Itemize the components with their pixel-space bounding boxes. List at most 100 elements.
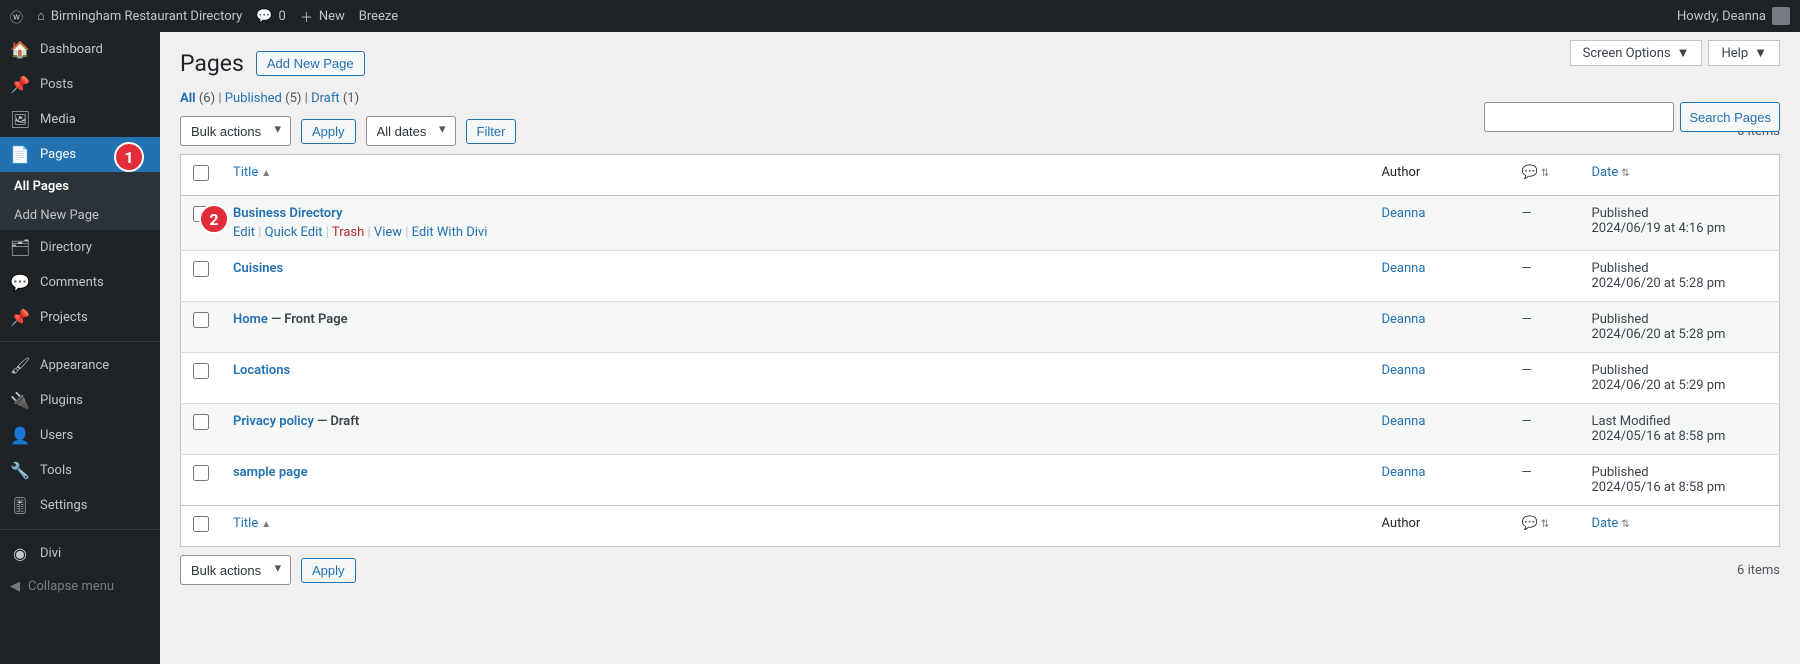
home-icon: ⌂ xyxy=(37,8,45,24)
search-button[interactable]: Search Pages xyxy=(1680,102,1780,132)
howdy-label: Howdy, Deanna xyxy=(1677,9,1766,24)
edit-with-divi-link[interactable]: Edit With Divi xyxy=(412,225,488,240)
chevron-down-icon: ▼ xyxy=(1754,45,1767,61)
sort-icon: ▲ xyxy=(261,168,271,179)
date-cell: Published2024/06/20 at 5:28 pm xyxy=(1580,302,1780,353)
sort-title[interactable]: Title▲ xyxy=(233,165,271,180)
row-checkbox[interactable] xyxy=(193,261,209,277)
menu-projects[interactable]: 📌Projects xyxy=(0,300,160,335)
date-cell: Published2024/05/16 at 8:58 pm xyxy=(1580,455,1780,506)
new-label: New xyxy=(319,9,345,24)
add-new-page-button[interactable]: Add New Page xyxy=(256,51,365,76)
submenu-all-pages[interactable]: All Pages xyxy=(0,172,160,201)
row-checkbox[interactable] xyxy=(193,363,209,379)
author-link[interactable]: Deanna xyxy=(1382,312,1426,327)
apply-button-bottom[interactable]: Apply xyxy=(301,558,356,583)
col-author-header: Author xyxy=(1370,155,1510,196)
menu-appearance[interactable]: 🖌Appearance xyxy=(0,348,160,383)
menu-label: Plugins xyxy=(40,393,83,408)
sort-date[interactable]: Date⇅ xyxy=(1592,165,1630,180)
menu-posts[interactable]: 📌Posts xyxy=(0,67,160,102)
items-count-bottom: 6 items xyxy=(1737,563,1780,578)
apply-button-top[interactable]: Apply xyxy=(301,119,356,144)
avatar xyxy=(1772,7,1790,25)
collapse-icon: ◀ xyxy=(10,579,20,594)
screen-options-tab[interactable]: Screen Options▼ xyxy=(1570,40,1703,66)
collapse-menu[interactable]: ◀Collapse menu xyxy=(0,571,160,602)
author-link[interactable]: Deanna xyxy=(1382,363,1426,378)
row-checkbox[interactable] xyxy=(193,414,209,430)
col-author-footer: Author xyxy=(1370,506,1510,547)
menu-divi[interactable]: ◉ Divi xyxy=(0,536,160,571)
author-link[interactable]: Deanna xyxy=(1382,261,1426,276)
comment-icon: 💬 xyxy=(256,9,272,24)
comment-icon: 💬 xyxy=(10,273,30,292)
page-title-link[interactable]: Cuisines xyxy=(233,261,283,276)
filter-published[interactable]: Published xyxy=(225,91,282,106)
comments-cell: — xyxy=(1510,302,1580,353)
menu-directory[interactable]: 🗂Directory xyxy=(0,230,160,265)
author-link[interactable]: Deanna xyxy=(1382,206,1426,221)
wp-logo[interactable]: ⓦ xyxy=(10,7,23,26)
filter-button[interactable]: Filter xyxy=(466,119,517,144)
page-title-link[interactable]: Home xyxy=(233,312,268,327)
breeze-label: Breeze xyxy=(359,9,398,24)
sort-icon: ⇅ xyxy=(1621,519,1629,530)
breeze-link[interactable]: Breeze xyxy=(359,9,398,24)
date-filter-select[interactable]: All dates xyxy=(366,116,456,146)
callout-badge-2: 2 xyxy=(199,204,229,234)
filter-all-count: (6) xyxy=(199,91,215,106)
col-title-label: Title xyxy=(233,165,258,180)
select-all-bottom[interactable] xyxy=(193,516,209,532)
filter-all[interactable]: All xyxy=(180,91,196,106)
post-state: — Front Page xyxy=(268,312,348,327)
menu-media[interactable]: 🖼Media xyxy=(0,102,160,137)
page-title-link[interactable]: Privacy policy xyxy=(233,414,314,429)
comments-cell: — xyxy=(1510,353,1580,404)
table-row: LocationsDeanna—Published2024/06/20 at 5… xyxy=(181,353,1780,404)
wrench-icon: 🔧 xyxy=(10,461,30,480)
plug-icon: 🔌 xyxy=(10,391,30,410)
sort-title-bottom[interactable]: Title▲ xyxy=(233,516,271,531)
filter-draft[interactable]: Draft xyxy=(311,91,340,106)
menu-comments[interactable]: 💬Comments xyxy=(0,265,160,300)
search-input[interactable] xyxy=(1484,102,1674,132)
view-link[interactable]: View xyxy=(374,225,402,240)
table-row: sample pageDeanna—Published2024/05/16 at… xyxy=(181,455,1780,506)
site-link[interactable]: ⌂Birmingham Restaurant Directory xyxy=(37,8,242,24)
pin-icon: 📌 xyxy=(10,308,30,327)
trash-link[interactable]: Trash xyxy=(332,225,364,240)
menu-dashboard[interactable]: 🏠Dashboard xyxy=(0,32,160,67)
row-checkbox[interactable] xyxy=(193,465,209,481)
media-icon: 🖼 xyxy=(10,110,30,129)
brush-icon: 🖌 xyxy=(10,356,30,375)
page-title-link[interactable]: Business Directory xyxy=(233,206,342,221)
menu-users[interactable]: 👤Users xyxy=(0,418,160,453)
howdy-link[interactable]: Howdy, Deanna xyxy=(1677,7,1790,25)
page-title-link[interactable]: sample page xyxy=(233,465,308,480)
bulk-actions-select[interactable]: Bulk actions xyxy=(180,116,291,146)
help-tab[interactable]: Help▼ xyxy=(1708,40,1780,66)
submenu-add-new-page[interactable]: Add New Page xyxy=(0,201,160,230)
sort-icon: ⇅ xyxy=(1621,168,1629,179)
author-link[interactable]: Deanna xyxy=(1382,414,1426,429)
menu-tools[interactable]: 🔧Tools xyxy=(0,453,160,488)
date-cell: Last Modified2024/05/16 at 8:58 pm xyxy=(1580,404,1780,455)
row-checkbox[interactable] xyxy=(193,312,209,328)
menu-label: Divi xyxy=(40,546,61,561)
menu-label: Dashboard xyxy=(40,42,103,57)
bulk-actions-select-bottom[interactable]: Bulk actions xyxy=(180,555,291,585)
comments-link[interactable]: 💬0 xyxy=(256,9,286,24)
quick-edit-link[interactable]: Quick Edit xyxy=(265,225,323,240)
col-date-label: Date xyxy=(1592,165,1619,180)
edit-link[interactable]: Edit xyxy=(233,225,255,240)
divi-icon: ◉ xyxy=(10,544,30,563)
menu-settings[interactable]: 🎚Settings xyxy=(0,488,160,523)
sort-date-bottom[interactable]: Date⇅ xyxy=(1592,516,1630,531)
select-all-top[interactable] xyxy=(193,165,209,181)
page-title-link[interactable]: Locations xyxy=(233,363,290,378)
new-link[interactable]: ＋New xyxy=(300,7,345,26)
menu-plugins[interactable]: 🔌 Plugins xyxy=(0,383,160,418)
author-link[interactable]: Deanna xyxy=(1382,465,1426,480)
filter-draft-count: (1) xyxy=(343,91,359,106)
